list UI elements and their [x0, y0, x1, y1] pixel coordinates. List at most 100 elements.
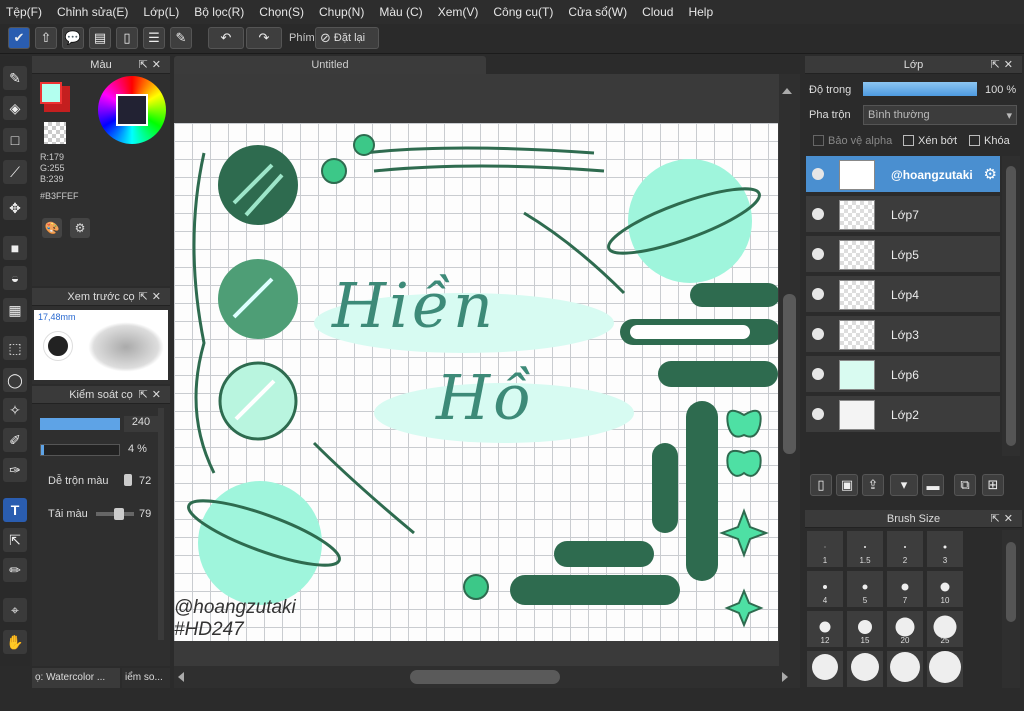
menu-window[interactable]: Cửa sổ(W) [568, 5, 627, 19]
layer-item[interactable]: Lớp2 [806, 396, 1000, 434]
eraser-tool-icon[interactable]: ◈ [3, 96, 27, 120]
eye-icon[interactable] [812, 168, 824, 180]
redo-icon[interactable]: ↷ [246, 27, 282, 49]
brush-size-value[interactable]: 240 [124, 416, 158, 432]
panel-controls-icon[interactable]: ⇱✕ [991, 512, 1017, 525]
brush-size-cell[interactable] [926, 650, 964, 688]
gear-icon[interactable]: ⚙ [984, 165, 997, 183]
folder-icon[interactable]: ▬ [922, 474, 944, 496]
menu-filter[interactable]: Bộ lọc(R) [194, 5, 244, 19]
share-icon[interactable]: ⇧ [35, 27, 57, 49]
panel-controls-icon[interactable]: ⇱✕ [991, 58, 1017, 71]
color-wheel[interactable] [98, 76, 166, 144]
gradient-tool-icon[interactable]: ▦ [3, 298, 27, 322]
lock-checkbox[interactable]: Khóa [969, 135, 1010, 147]
message-icon[interactable]: ▤ [89, 27, 111, 49]
menu-color[interactable]: Màu (C) [379, 5, 422, 19]
eye-icon[interactable] [812, 368, 824, 380]
menu-capture[interactable]: Chụp(N) [319, 5, 364, 19]
layer-item[interactable]: Lớp4 [806, 276, 1000, 314]
layers-scrollbar[interactable] [1002, 156, 1020, 456]
line-tool-icon[interactable]: ⟋ [3, 160, 27, 184]
brush-size-cell[interactable]: 10 [926, 570, 964, 608]
brush-size-cell[interactable]: 5 [846, 570, 884, 608]
menu-file[interactable]: Tệp(F) [6, 5, 42, 19]
new-halftone-layer-icon[interactable]: ▣ [836, 474, 858, 496]
brush-size-cell[interactable]: 1.5 [846, 530, 884, 568]
brush-size-cell[interactable]: 25 [926, 610, 964, 648]
menu-cloud[interactable]: Cloud [642, 5, 673, 19]
brush-size-cell[interactable]: 2 [886, 530, 924, 568]
foreground-color-swatch[interactable] [40, 82, 62, 104]
shape-tool-icon[interactable]: □ [3, 128, 27, 152]
scroll-up-icon[interactable] [782, 88, 792, 94]
text-tool-icon[interactable]: T [3, 498, 27, 522]
menu-layer[interactable]: Lớp(L) [143, 5, 179, 19]
load-slider[interactable] [96, 508, 134, 520]
cloud-sync-icon[interactable]: ✔ [8, 27, 30, 49]
layer-item[interactable]: Lớp5 [806, 236, 1000, 274]
layer-item[interactable]: Lớp6 [806, 356, 1000, 394]
fill-rect-tool-icon[interactable]: ■ [3, 236, 27, 260]
new-layer-icon[interactable]: ▯ [810, 474, 832, 496]
select-rect-icon[interactable]: ⬚ [3, 336, 27, 360]
brush-size-cell[interactable]: 20 [886, 610, 924, 648]
panel-controls-icon[interactable]: ⇱✕ [139, 290, 165, 303]
brush-size-cell[interactable]: 15 [846, 610, 884, 648]
merge-layer-icon[interactable]: ⊞ [982, 474, 1004, 496]
brush-size-cell[interactable]: 1 [806, 530, 844, 568]
transparent-color-swatch[interactable] [44, 122, 66, 144]
document-tab[interactable]: Untitled [174, 56, 486, 74]
move-tool-icon[interactable]: ✥ [3, 196, 27, 220]
brush-control-scrollbar[interactable] [158, 408, 164, 640]
brush-size-cell[interactable] [886, 650, 924, 688]
layer-blend-dropdown[interactable]: Bình thường ▾ [863, 105, 1017, 125]
hand-tool-icon[interactable]: ✋ [3, 630, 27, 654]
menu-help[interactable]: Help [688, 5, 713, 19]
menu-tools[interactable]: Công cụ(T) [493, 5, 553, 19]
horizontal-scroll-thumb[interactable] [410, 670, 560, 684]
eye-icon[interactable] [812, 328, 824, 340]
scroll-right-icon[interactable] [782, 672, 788, 682]
panel-controls-icon[interactable]: ⇱✕ [139, 58, 165, 71]
lasso-icon[interactable]: ◯ [3, 368, 27, 392]
layer-opacity-slider[interactable] [863, 82, 977, 96]
eye-icon[interactable] [812, 208, 824, 220]
vertical-scroll-thumb[interactable] [783, 294, 796, 454]
clipping-checkbox[interactable]: Xén bớt [903, 135, 957, 147]
pen-tool-icon[interactable]: ✏ [3, 558, 27, 582]
brush-opacity-slider[interactable] [40, 444, 120, 456]
protect-alpha-checkbox[interactable]: Bảo vệ alpha [813, 135, 892, 147]
list-icon[interactable]: ☰ [143, 27, 165, 49]
reset-button[interactable]: ⊘ Đặt lại [315, 27, 379, 49]
brush-size-cell[interactable] [846, 650, 884, 688]
magic-wand-icon[interactable]: ✧ [3, 398, 27, 422]
artwork-canvas[interactable]: Hiền Hồ @hoangzutaki #HD247 [174, 123, 778, 641]
brush-tool-icon[interactable]: ✎ [3, 66, 27, 90]
select-eraser-icon[interactable]: ✑ [3, 458, 27, 482]
brush-size-cell[interactable]: 7 [886, 570, 924, 608]
add-layer-menu-icon[interactable]: ▾ [890, 474, 918, 496]
brush-size-cell[interactable]: 4 [806, 570, 844, 608]
canvas-horizontal-scrollbar[interactable] [174, 666, 800, 688]
duplicate-layer-icon[interactable]: ⧉ [954, 474, 976, 496]
brush-size-cell[interactable] [806, 650, 844, 688]
brush-size-slider[interactable] [40, 418, 120, 430]
eye-icon[interactable] [812, 248, 824, 260]
layer-item[interactable]: Lớp3 [806, 316, 1000, 354]
bucket-tool-icon[interactable]: ◒ [3, 266, 27, 290]
panel-controls-icon[interactable]: ⇱✕ [139, 388, 165, 401]
menu-edit[interactable]: Chỉnh sửa(E) [57, 5, 128, 19]
undo-icon[interactable]: ↶ [208, 27, 244, 49]
scroll-left-icon[interactable] [178, 672, 184, 682]
edit-list-icon[interactable]: ✎ [170, 27, 192, 49]
import-layer-icon[interactable]: ⇪ [862, 474, 884, 496]
brush-size-cell[interactable]: 3 [926, 530, 964, 568]
eye-icon[interactable] [812, 288, 824, 300]
layer-item[interactable]: @hoangzutaki ⚙ [806, 156, 1000, 194]
menu-select[interactable]: Chọn(S) [259, 5, 304, 19]
comment-icon[interactable]: 💬 [62, 27, 84, 49]
select-pen-icon[interactable]: ✐ [3, 428, 27, 452]
eyedropper-icon[interactable]: ⌖ [3, 598, 27, 622]
canvas-vertical-scrollbar[interactable] [779, 74, 800, 666]
